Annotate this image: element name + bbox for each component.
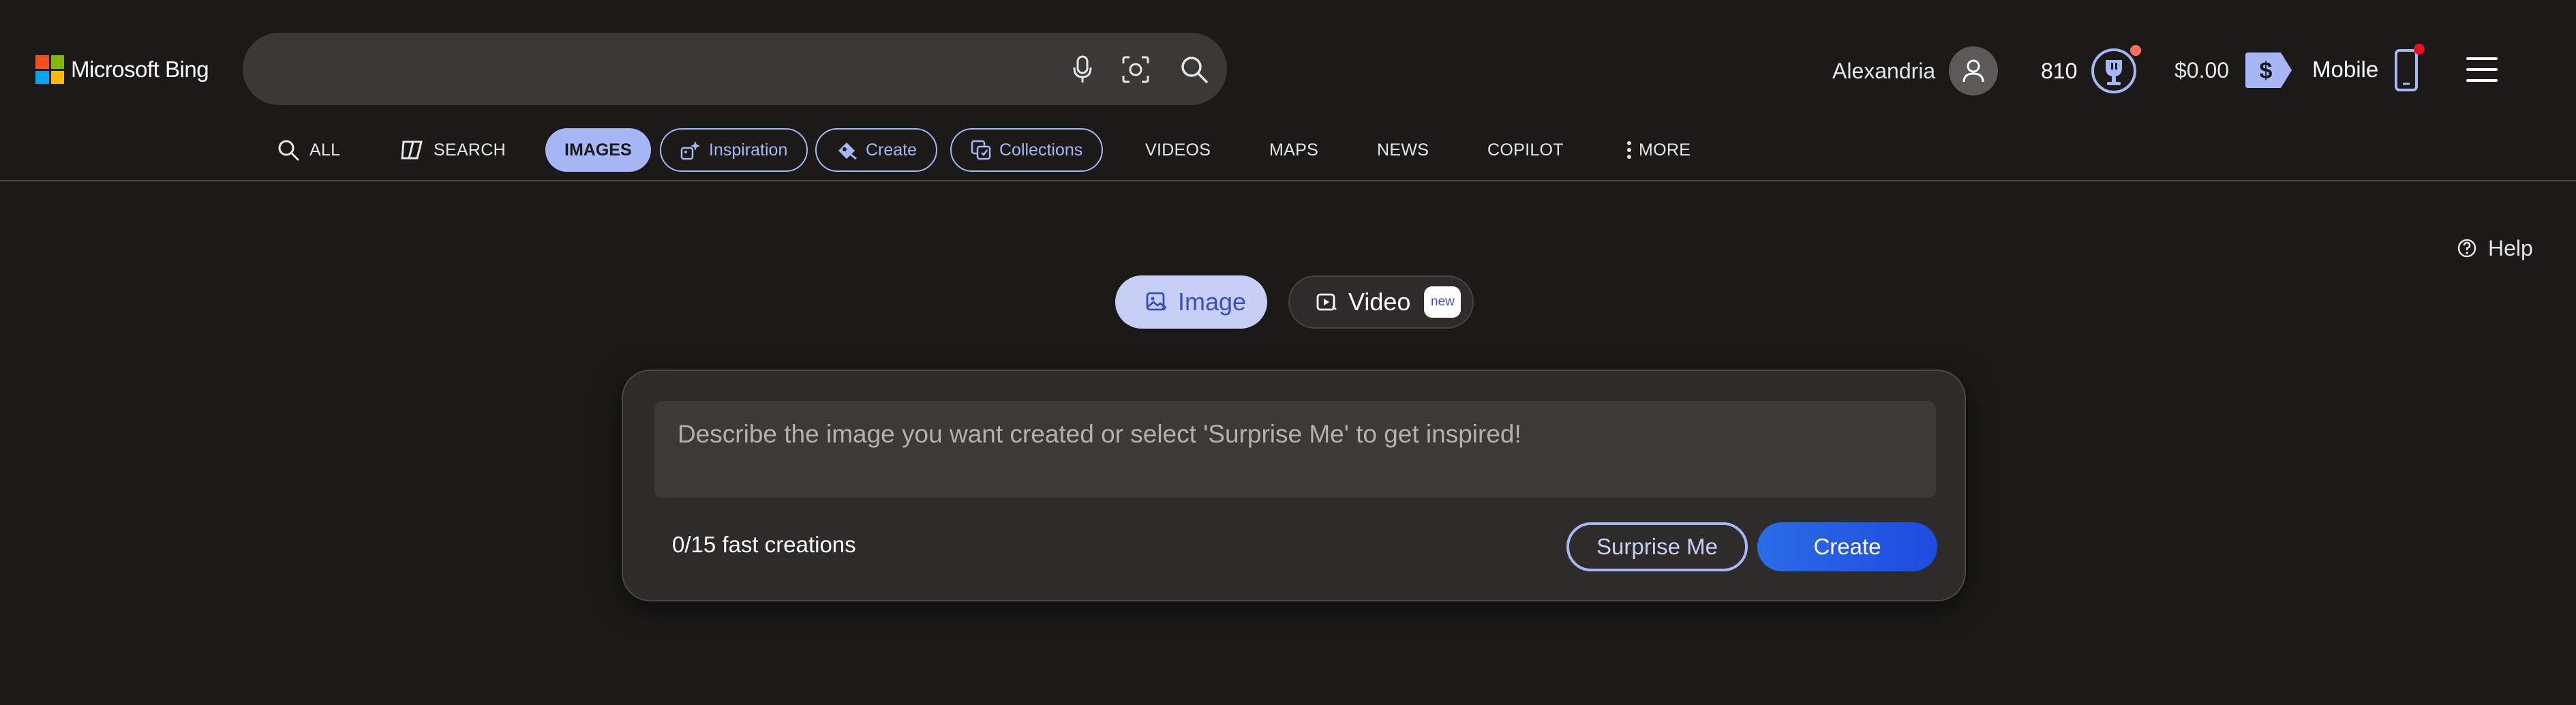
tab-inspiration-label: Inspiration (709, 140, 788, 160)
tab-create-label: Create (866, 140, 918, 160)
prompt-box[interactable] (654, 401, 1936, 498)
create-brush-icon (836, 140, 858, 160)
create-button[interactable]: Create (1757, 522, 1937, 571)
search-input[interactable] (270, 48, 1006, 90)
mobile-label: Mobile (2312, 57, 2379, 82)
rewards-points: 810 (2041, 58, 2078, 83)
microphone-icon[interactable] (1067, 55, 1097, 85)
balance[interactable]: $0.00 $ (2175, 48, 2293, 93)
user-account[interactable]: Alexandria (1832, 46, 1999, 95)
prompt-input[interactable] (678, 420, 1911, 481)
rewards[interactable]: 810 (2041, 42, 2142, 100)
vertical-ellipsis-icon (1626, 140, 1632, 160)
tab-copilot-label: COPILOT (1487, 140, 1564, 160)
tab-collections[interactable]: Collections (950, 128, 1104, 172)
rewards-trophy-icon[interactable] (2089, 45, 2142, 95)
tab-inspiration[interactable]: Inspiration (660, 128, 808, 172)
fast-creations-counter: 0/15 fast creations (672, 532, 856, 557)
hamburger-icon[interactable] (2466, 57, 2498, 82)
tab-search-label: SEARCH (434, 140, 506, 160)
brand-name: Microsoft Bing (71, 57, 209, 82)
surprise-me-button[interactable]: Surprise Me (1566, 522, 1748, 571)
user-name: Alexandria (1832, 58, 1936, 83)
mobile-phone-icon[interactable] (2393, 44, 2425, 93)
mode-tab-image[interactable]: Image (1115, 275, 1267, 329)
tab-all[interactable]: ALL (277, 125, 340, 175)
inspiration-icon (680, 140, 701, 160)
search-bar[interactable] (243, 33, 1227, 105)
notification-dot (2414, 44, 2425, 55)
new-badge: new (1424, 286, 1461, 318)
tab-images[interactable]: IMAGES (545, 128, 651, 172)
tab-create[interactable]: Create (815, 128, 938, 172)
tab-more[interactable]: MORE (1626, 125, 1691, 175)
search-icon[interactable] (1179, 55, 1209, 85)
tab-all-label: ALL (309, 140, 341, 160)
avatar-icon[interactable] (1949, 46, 1999, 95)
dollar-tag-icon[interactable]: $ (2244, 51, 2293, 89)
collections-icon (971, 140, 991, 160)
tab-news[interactable]: NEWS (1377, 125, 1429, 175)
mode-tab-video[interactable]: Video new (1288, 275, 1474, 329)
page: Microsoft Bing Alexandria 810 $0.00 $ Mo… (0, 0, 2576, 705)
balance-amount: $0.00 (2175, 57, 2230, 82)
tab-collections-label: Collections (999, 140, 1083, 160)
image-creator-card: 0/15 fast creations Surprise Me Create (622, 370, 1966, 601)
copilot-search-icon (399, 139, 424, 161)
help-link[interactable]: Help (2457, 235, 2533, 262)
tab-videos[interactable]: VIDEOS (1145, 125, 1211, 175)
search-icon (277, 138, 300, 162)
notification-dot (2130, 45, 2142, 56)
microsoft-logo-icon (35, 55, 64, 84)
header: Microsoft Bing Alexandria 810 $0.00 $ Mo… (0, 0, 2576, 181)
bing-logo[interactable]: Microsoft Bing (35, 55, 209, 85)
help-label: Help (2488, 235, 2533, 260)
tab-videos-label: VIDEOS (1145, 140, 1211, 160)
tab-more-label: MORE (1639, 140, 1691, 160)
mobile[interactable]: Mobile (2312, 44, 2425, 95)
tab-search[interactable]: SEARCH (399, 125, 506, 175)
tab-images-label: IMAGES (564, 140, 632, 160)
tab-maps-label: MAPS (1269, 140, 1319, 160)
help-question-icon (2457, 238, 2477, 258)
svg-text:$: $ (2260, 58, 2273, 84)
image-creator-icon (1145, 291, 1167, 313)
tab-news-label: NEWS (1377, 140, 1429, 160)
mode-tab-image-label: Image (1178, 288, 1247, 316)
tab-copilot[interactable]: COPILOT (1487, 125, 1564, 175)
scope-nav: ALL SEARCH IMAGES Inspiration Create Col… (0, 125, 2576, 175)
video-creator-icon (1316, 291, 1337, 313)
mode-tab-video-label: Video (1348, 288, 1411, 316)
visual-search-icon[interactable] (1121, 55, 1151, 85)
tab-maps[interactable]: MAPS (1269, 125, 1318, 175)
